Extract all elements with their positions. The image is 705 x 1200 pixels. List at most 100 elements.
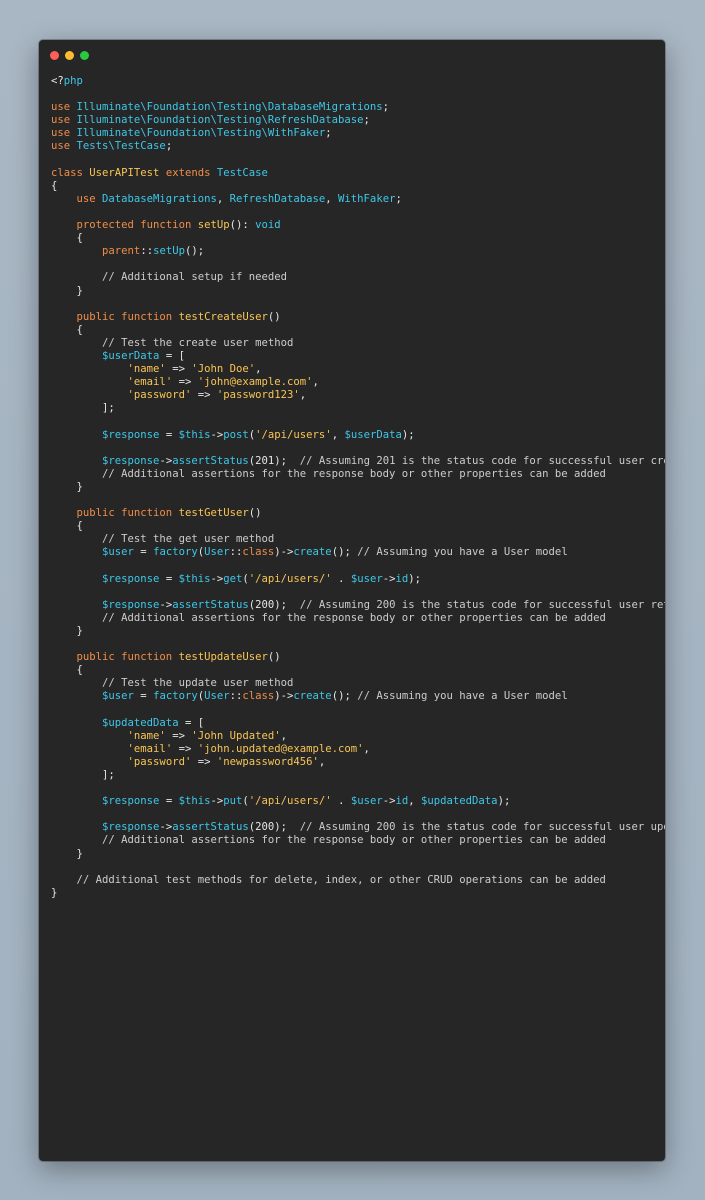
code-token: // Additional assertions for the respons… <box>102 834 606 847</box>
code-token: User <box>204 546 230 559</box>
code-token: -> <box>159 454 173 467</box>
code-token: // Additional test methods for delete, i… <box>76 873 606 886</box>
code-line: // Additional setup if needed <box>51 271 665 284</box>
code-line: 'name' => 'John Doe', <box>51 363 665 376</box>
code-token: ]; <box>51 768 115 781</box>
code-token: setUp <box>153 245 185 258</box>
code-token: => <box>172 742 198 755</box>
code-token: // Assuming 200 is the status code for s… <box>299 598 665 611</box>
code-token: ); <box>497 795 511 808</box>
code-token: $response <box>102 454 160 467</box>
code-token: use <box>51 114 77 127</box>
code-window: <?php use Illuminate\Foundation\Testing\… <box>39 40 665 1161</box>
code-token: -> <box>159 821 173 834</box>
code-token: } <box>51 284 83 297</box>
close-button[interactable] <box>50 51 59 60</box>
code-token: )-> <box>274 690 294 703</box>
code-token: , <box>318 755 326 768</box>
code-token: $response <box>102 572 160 585</box>
code-token: use <box>76 192 103 205</box>
code-line: } <box>51 887 665 900</box>
code-line: class UserAPITest extends TestCase <box>51 167 665 180</box>
code-token: assertStatus <box>172 821 249 834</box>
code-token: testCreateUser <box>178 310 268 323</box>
code-token: parent <box>102 245 141 258</box>
code-token: ; <box>395 192 402 205</box>
code-token: $response <box>102 795 160 808</box>
code-token: use <box>51 101 77 114</box>
code-token: 'john.updated@example.com' <box>197 742 364 755</box>
code-line: // Additional test methods for delete, i… <box>51 874 665 887</box>
code-token: // Additional setup if needed <box>102 271 287 284</box>
code-line: // Additional assertions for the respons… <box>51 834 665 847</box>
code-token: ); <box>274 454 300 467</box>
code-line: { <box>51 664 665 677</box>
code-token: -> <box>210 428 224 441</box>
code-token: public function <box>76 507 179 520</box>
code-token: { <box>51 232 83 245</box>
code-token: $user <box>350 572 383 585</box>
code-token: $user <box>102 546 134 559</box>
window-controls <box>50 51 89 60</box>
code-token: DatabaseMigrations <box>102 192 217 205</box>
code-line: use Illuminate\Foundation\Testing\WithFa… <box>51 127 665 140</box>
code-token: { <box>51 520 83 533</box>
code-line: ]; <box>51 769 665 782</box>
code-token: 'John Updated' <box>191 729 281 742</box>
zoom-button[interactable] <box>80 51 89 60</box>
code-line: { <box>51 324 665 337</box>
code-token: () <box>248 507 262 520</box>
code-line: use Tests\TestCase; <box>51 140 665 153</box>
code-block: <?php use Illuminate\Foundation\Testing\… <box>51 75 665 900</box>
code-token: 'name' <box>127 363 166 376</box>
code-token: '/api/users' <box>255 428 332 441</box>
code-line: 'email' => 'john.updated@example.com', <box>51 743 665 756</box>
code-line: use Illuminate\Foundation\Testing\Refres… <box>51 114 665 127</box>
code-line: $response = $this->post('/api/users', $u… <box>51 429 665 442</box>
code-token: 'password' <box>127 755 192 768</box>
code-token: , <box>299 389 307 402</box>
code-token: } <box>51 847 83 860</box>
code-token: (); <box>184 245 205 258</box>
code-token: (); <box>331 690 358 703</box>
code-token: $updatedData <box>102 716 179 729</box>
code-line: use DatabaseMigrations, RefreshDatabase,… <box>51 193 665 206</box>
code-token: extends <box>159 166 217 179</box>
code-token: } <box>51 886 58 899</box>
code-token: $userData <box>344 428 402 441</box>
code-token: put <box>223 795 243 808</box>
code-token: => <box>165 363 192 376</box>
code-token: $response <box>102 598 160 611</box>
code-token: . <box>331 572 351 585</box>
code-token: 201 <box>255 454 275 467</box>
code-token: :: <box>140 245 154 258</box>
code-token: assertStatus <box>172 598 249 611</box>
code-line: // Additional assertions for the respons… <box>51 468 665 481</box>
code-line: } <box>51 625 665 638</box>
code-token: testUpdateUser <box>178 651 268 664</box>
code-token: setUp <box>197 219 230 232</box>
code-token: '/api/users/' <box>248 572 332 585</box>
code-token: ); <box>274 598 300 611</box>
minimize-button[interactable] <box>65 51 74 60</box>
code-token: 'email' <box>127 742 173 755</box>
